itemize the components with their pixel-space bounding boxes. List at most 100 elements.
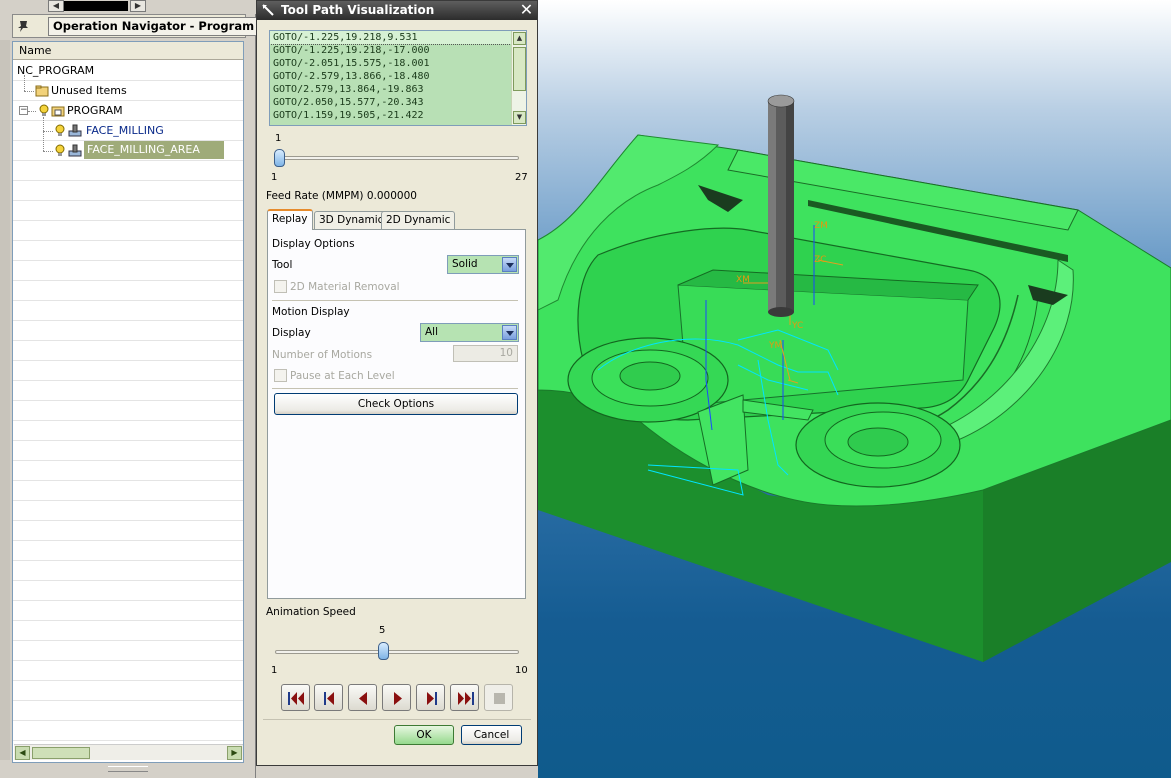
tool-dropdown[interactable]: Solid (447, 255, 519, 274)
empty-row (13, 541, 243, 561)
scroll-right-icon[interactable]: ▶ (227, 746, 242, 760)
chevron-down-icon[interactable] (502, 257, 517, 272)
empty-row (13, 421, 243, 441)
ok-button[interactable]: OK (394, 725, 454, 745)
axis-label-xm: XM (736, 275, 750, 285)
empty-row (13, 461, 243, 481)
close-icon[interactable]: ✕ (518, 2, 535, 19)
resource-bar-strip (0, 40, 10, 760)
empty-row (13, 301, 243, 321)
face-milling-area-operation-icon (68, 144, 82, 157)
tree-row-face-milling-area[interactable]: FACE_MILLING_AREA (13, 141, 243, 161)
lightbulb-icon (55, 124, 65, 136)
column-header-name[interactable]: Name (13, 42, 243, 60)
motion-slider-max: 27 (515, 172, 528, 183)
navigator-title[interactable]: Operation Navigator - Program Or... (48, 17, 257, 36)
resize-handle[interactable] (108, 766, 148, 772)
program-folder-icon (51, 106, 65, 117)
tab-3d-dynamic[interactable]: 3D Dynamic (314, 211, 389, 229)
tool-label: Tool (272, 259, 293, 271)
navigator-top-bar: ◀ ▶ (0, 0, 256, 14)
play-reverse-icon (359, 692, 367, 705)
operation-navigator: ◀ ▶ Operation Navigator - Program Or... … (0, 0, 257, 778)
empty-row (13, 701, 243, 721)
tree-row-nc-program[interactable]: NC_PROGRAM (13, 61, 243, 81)
list-item[interactable]: GOTO/-2.051,15.575,-18.001 (270, 57, 511, 70)
navigator-horizontal-scrollbar[interactable]: ◀ ▶ (14, 744, 243, 760)
play-reverse-button[interactable] (348, 684, 377, 711)
empty-row (13, 341, 243, 361)
axis-label-zm: ZM (814, 221, 828, 231)
tree-row-unused-items[interactable]: Unused Items (13, 75, 243, 101)
speed-slider-thumb[interactable] (378, 642, 390, 660)
empty-row (13, 281, 243, 301)
skip-to-start-icon (288, 692, 304, 705)
list-vertical-scrollbar[interactable]: ▲ ▼ (511, 31, 526, 125)
empty-row (13, 601, 243, 621)
scroll-left-icon[interactable]: ◀ (15, 746, 30, 760)
list-item[interactable]: GOTO/2.050,15.577,-20.343 (270, 96, 511, 109)
tab-strip: Replay 3D Dynamic 2D Dynamic (267, 209, 527, 231)
motion-slider-thumb[interactable] (274, 149, 285, 167)
scroll-left-button[interactable]: ◀ (48, 0, 64, 12)
empty-row (13, 221, 243, 241)
play-button[interactable] (382, 684, 411, 711)
check-options-button[interactable]: Check Options (274, 393, 518, 415)
list-item[interactable]: GOTO/1.159,19.505,-21.422 (270, 109, 511, 122)
display-dropdown[interactable]: All (420, 323, 519, 342)
tree-row-face-milling[interactable]: FACE_MILLING (13, 117, 243, 151)
empty-row (13, 521, 243, 541)
rewind-to-start-button[interactable] (281, 684, 310, 711)
scroll-down-icon[interactable]: ▼ (513, 111, 526, 124)
goto-listbox[interactable]: GOTO/-1.225,19.218,9.531 GOTO/-1.225,19.… (269, 30, 527, 126)
pin-icon[interactable] (17, 19, 31, 33)
empty-row (13, 621, 243, 641)
tab-replay[interactable]: Replay (267, 209, 313, 230)
scroll-up-icon[interactable]: ▲ (513, 32, 526, 45)
list-item[interactable]: GOTO/-1.225,19.218,-17.000 (270, 44, 511, 57)
empty-row (13, 361, 243, 381)
step-forward-button[interactable] (416, 684, 445, 711)
fast-forward-to-end-button[interactable] (450, 684, 479, 711)
scrollbar-thumb[interactable] (32, 747, 90, 759)
tab-2d-dynamic[interactable]: 2D Dynamic (381, 211, 456, 229)
empty-row (13, 661, 243, 681)
scrollbar-thumb[interactable] (513, 47, 526, 91)
chevron-down-icon[interactable] (502, 325, 517, 340)
tool-path-visualization-dialog: Tool Path Visualization ✕ GOTO/-1.225,19… (256, 0, 538, 766)
list-item[interactable]: GOTO/-2.579,13.866,-18.480 (270, 70, 511, 83)
dialog-title: Tool Path Visualization (281, 3, 435, 17)
feed-rate-label: Feed Rate (MMPM) 0.000000 (266, 190, 417, 202)
empty-row (13, 321, 243, 341)
step-forward-icon (427, 692, 437, 705)
speed-slider-track[interactable] (275, 650, 519, 654)
stop-button[interactable] (484, 684, 513, 711)
pause-label: Pause at Each Level (290, 370, 395, 382)
list-item[interactable]: GOTO/-1.225,19.218,9.531 (270, 31, 512, 45)
navigator-title-bar: Operation Navigator - Program Or... (12, 14, 257, 38)
material-removal-label: 2D Material Removal (290, 281, 400, 293)
cancel-button[interactable]: Cancel (461, 725, 522, 745)
play-icon (394, 692, 402, 705)
scroll-right-button[interactable]: ▶ (130, 0, 146, 12)
empty-row (13, 721, 243, 741)
list-item[interactable]: GOTO/2.579,13.864,-19.863 (270, 83, 511, 96)
pause-checkbox[interactable] (274, 369, 287, 382)
empty-row (13, 561, 243, 581)
graphics-viewport[interactable]: ZM ZC XM XC YC YM (538, 0, 1171, 778)
step-back-button[interactable] (314, 684, 343, 711)
collapse-icon[interactable]: − (19, 106, 28, 115)
resource-bar-thumb[interactable] (64, 1, 128, 11)
tree-label: FACE_MILLING_AREA (84, 141, 224, 159)
empty-row (13, 181, 243, 201)
dialog-title-bar[interactable]: Tool Path Visualization ✕ (257, 1, 537, 20)
animation-speed-label: Animation Speed (266, 606, 356, 618)
face-milling-operation-icon (68, 124, 82, 137)
material-removal-checkbox[interactable] (274, 280, 287, 293)
axis-label-ym: YM (768, 341, 782, 351)
tree-row-program[interactable]: − PROGRAM (13, 101, 243, 121)
speed-slider-value: 5 (379, 625, 386, 636)
number-of-motions-field[interactable]: 10 (453, 345, 518, 362)
motion-slider-track[interactable] (275, 156, 519, 160)
axis-label-yc: YC (791, 321, 803, 331)
